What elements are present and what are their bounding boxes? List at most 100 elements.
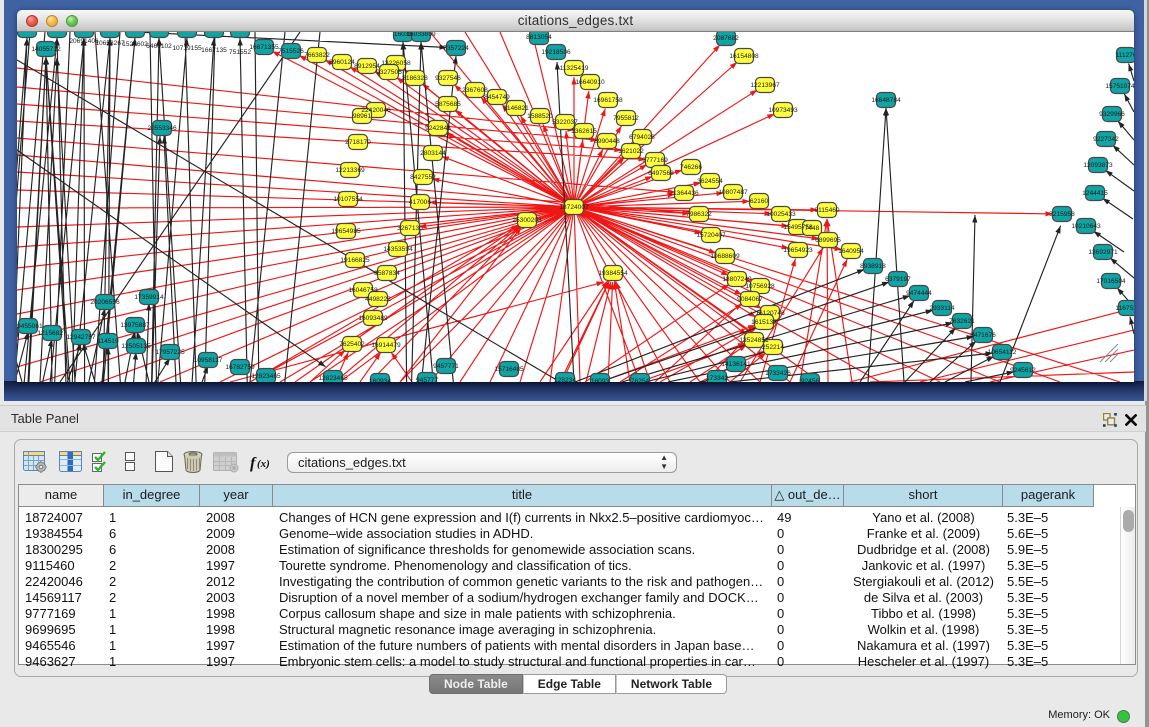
svg-text:14055712: 14055712 — [31, 46, 61, 53]
svg-text:1244415: 1244415 — [1082, 190, 1108, 197]
svg-text:19218506: 19218506 — [541, 49, 571, 56]
svg-text:19455061: 19455061 — [17, 323, 43, 330]
svg-text:92456: 92456 — [801, 378, 820, 382]
svg-text:9327505: 9327505 — [376, 69, 402, 76]
svg-text:7632621: 7632621 — [949, 318, 975, 325]
svg-text:5875685: 5875685 — [435, 101, 461, 108]
svg-text:8454749: 8454749 — [484, 94, 510, 101]
svg-text:1733426: 1733426 — [765, 370, 791, 377]
svg-text:16033809: 16033809 — [406, 32, 436, 38]
svg-text:16640910: 16640910 — [575, 79, 605, 86]
svg-text:4498222: 4498222 — [365, 296, 391, 303]
svg-text:19166825: 19166825 — [340, 257, 370, 264]
svg-text:6794028: 6794028 — [629, 134, 655, 141]
svg-text:98961: 98961 — [353, 113, 372, 120]
svg-text:7986322: 7986322 — [686, 211, 712, 218]
svg-text:8427552: 8427552 — [410, 174, 436, 181]
svg-text:1167534: 1167534 — [1115, 305, 1134, 312]
svg-text:6497568: 6497568 — [648, 170, 674, 177]
svg-text:16782759: 16782759 — [225, 364, 255, 371]
svg-text:13524851: 13524851 — [739, 337, 769, 344]
svg-text:252214: 252214 — [762, 344, 784, 351]
svg-text:18724007: 18724007 — [559, 204, 589, 211]
svg-text:10807487: 10807487 — [718, 189, 748, 196]
svg-text:2718170: 2718170 — [345, 139, 371, 146]
svg-text:16093: 16093 — [591, 378, 610, 382]
svg-text:10973493: 10973493 — [768, 107, 798, 114]
svg-text:19384554: 19384554 — [598, 270, 628, 277]
svg-text:21364436: 21364436 — [669, 190, 699, 197]
svg-text:1621022: 1621022 — [618, 148, 644, 155]
svg-text:17016504: 17016504 — [1096, 278, 1126, 285]
svg-text:2087682: 2087682 — [713, 35, 739, 42]
svg-text:9084067: 9084067 — [737, 296, 763, 303]
svg-text:12213369: 12213369 — [335, 167, 365, 174]
svg-text:8471676: 8471676 — [970, 332, 996, 339]
svg-text:16961758: 16961758 — [593, 97, 623, 104]
svg-text:6899695: 6899695 — [815, 237, 841, 244]
svg-text:15751074: 15751074 — [1105, 83, 1134, 90]
svg-text:10210643: 10210643 — [1071, 223, 1101, 230]
svg-text:1640954: 1640954 — [838, 248, 864, 255]
svg-text:16120746: 16120746 — [755, 310, 785, 317]
svg-text:10025433: 10025433 — [766, 211, 796, 218]
svg-text:3267130: 3267130 — [397, 225, 423, 232]
svg-text:9242848: 9242848 — [425, 125, 451, 132]
svg-text:7955812: 7955812 — [613, 115, 639, 122]
svg-text:14136141: 14136141 — [721, 361, 751, 368]
svg-text:1362615: 1362615 — [571, 128, 597, 135]
svg-text:8990448: 8990448 — [594, 138, 620, 145]
svg-text:16154808: 16154808 — [729, 53, 759, 60]
svg-text:10756928: 10756928 — [745, 283, 775, 290]
svg-text:15720407: 15720407 — [696, 232, 726, 239]
svg-text:(x): (x) — [257, 458, 270, 470]
svg-text:8960124: 8960124 — [329, 59, 355, 66]
svg-text:19654985: 19654985 — [331, 228, 361, 235]
svg-text:10654112: 10654112 — [988, 349, 1017, 356]
svg-text:12093873: 12093873 — [1083, 162, 1113, 169]
svg-text:10958117: 10958117 — [194, 357, 223, 364]
svg-text:9329966: 9329966 — [1099, 111, 1125, 118]
svg-text:16671355: 16671355 — [249, 44, 279, 51]
svg-text:9327546: 9327546 — [435, 75, 461, 82]
svg-text:7625402: 7625402 — [339, 341, 365, 348]
svg-text:15716485: 15716485 — [494, 366, 524, 373]
svg-text:10719155: 10719155 — [172, 45, 202, 52]
svg-text:945777: 945777 — [416, 377, 438, 382]
svg-text:16648784: 16648784 — [871, 97, 901, 104]
svg-text:10653267: 10653267 — [95, 40, 125, 47]
svg-text:160934: 160934 — [369, 378, 391, 382]
svg-text:18807249: 18807249 — [722, 276, 752, 283]
svg-text:14353594: 14353594 — [383, 246, 413, 253]
svg-text:f: f — [250, 455, 257, 472]
svg-text:7515526: 7515526 — [278, 48, 304, 55]
svg-text:25300203: 25300203 — [512, 217, 542, 224]
svg-text:128234: 128234 — [554, 377, 576, 382]
svg-text:6466102: 6466102 — [146, 43, 172, 50]
svg-text:9457771: 9457771 — [433, 363, 459, 370]
svg-text:3624554: 3624554 — [697, 178, 723, 185]
svg-text:9474444: 9474444 — [906, 290, 932, 297]
svg-text:16914479: 16914479 — [371, 342, 401, 349]
svg-text:17957225: 17957225 — [155, 349, 185, 356]
svg-text:9227342: 9227342 — [1093, 136, 1119, 143]
svg-text:1667135: 1667135 — [201, 47, 227, 54]
svg-text:12942757: 12942757 — [66, 334, 96, 341]
svg-text:114519: 114519 — [97, 338, 119, 345]
svg-text:12823465: 12823465 — [318, 375, 348, 382]
svg-text:6379197: 6379197 — [885, 276, 911, 283]
svg-text:8186328: 8186328 — [402, 75, 428, 82]
svg-text:751552: 751552 — [229, 49, 251, 56]
svg-text:1588520: 1588520 — [527, 113, 553, 120]
svg-text:1527602: 1527602 — [122, 41, 148, 48]
svg-text:111276: 111276 — [1115, 52, 1134, 59]
svg-text:62160: 62160 — [750, 198, 769, 205]
svg-text:12156827: 12156827 — [37, 330, 67, 337]
svg-text:13226058: 13226058 — [381, 60, 411, 67]
svg-text:10688609: 10688609 — [710, 253, 740, 260]
svg-text:13975887: 13975887 — [120, 322, 150, 329]
svg-text:8813054: 8813054 — [526, 34, 552, 41]
svg-text:1615132: 1615132 — [751, 319, 777, 326]
svg-text:11325419: 11325419 — [560, 65, 589, 72]
svg-text:2367608: 2367608 — [462, 87, 488, 94]
